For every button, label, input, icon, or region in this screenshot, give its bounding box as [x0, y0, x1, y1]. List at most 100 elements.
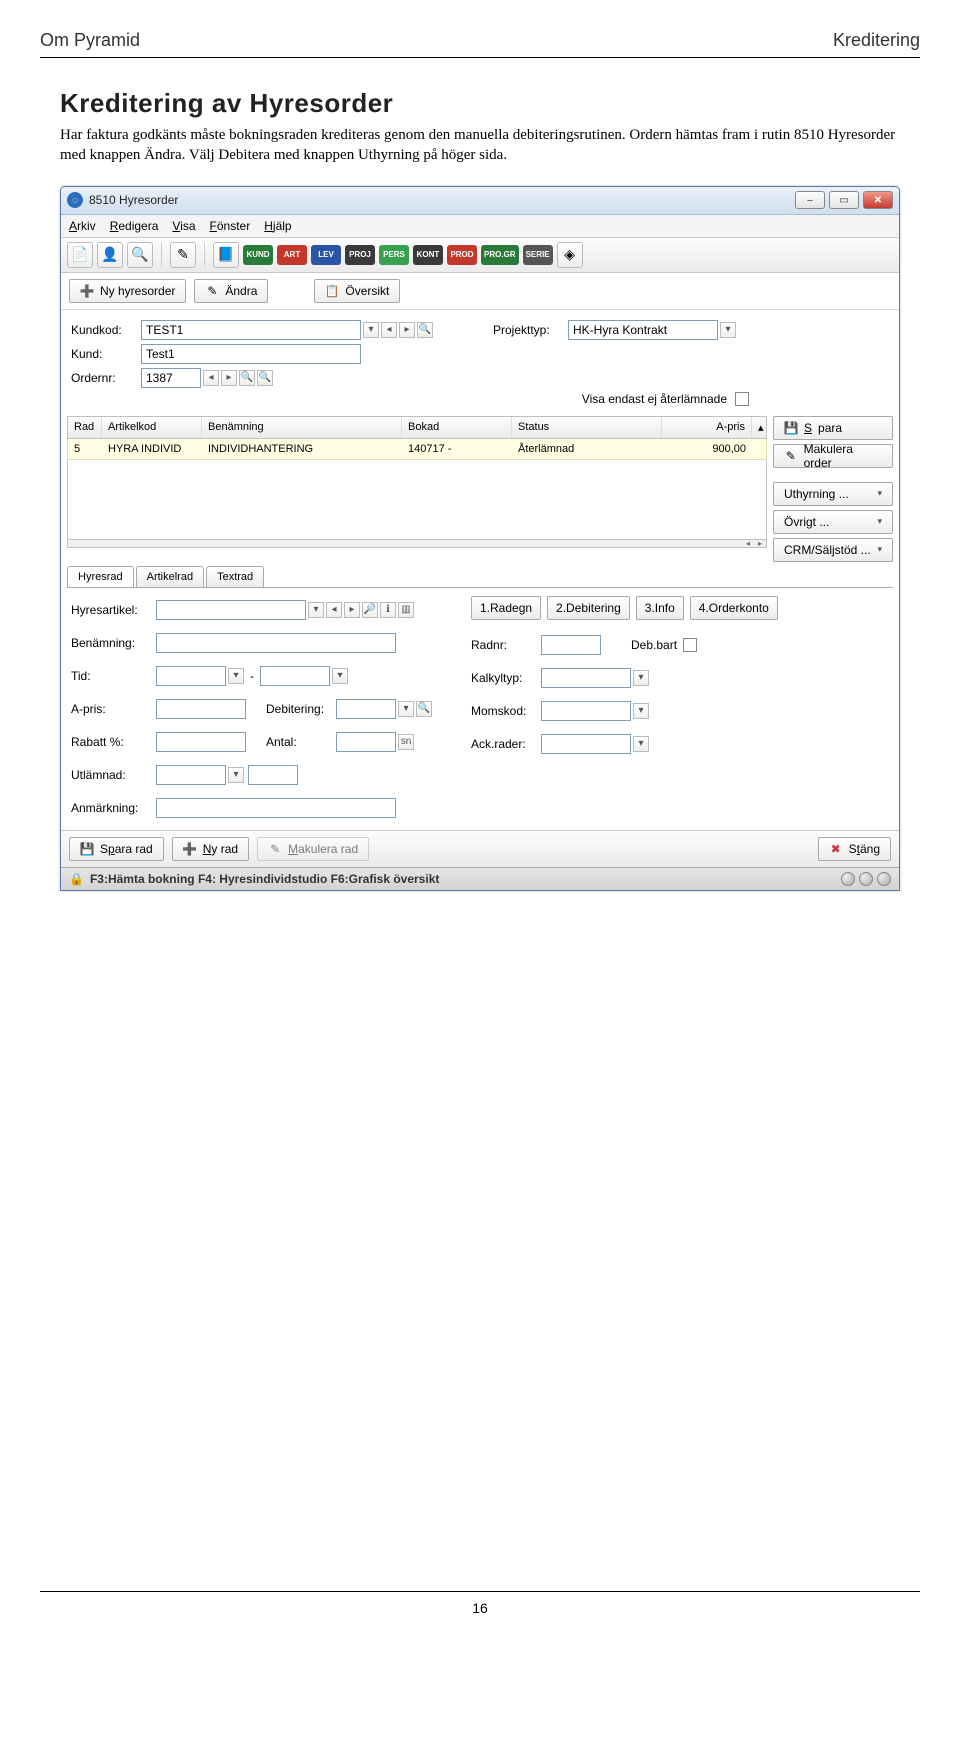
radnr-input[interactable]: [541, 635, 601, 655]
pill-serie[interactable]: SERIE: [523, 245, 553, 265]
menu-arkiv[interactable]: Arkiv: [69, 219, 96, 233]
pill-kund[interactable]: KUND: [243, 245, 273, 265]
benamning-label: Benämning:: [71, 636, 156, 650]
crm-button[interactable]: CRM/Säljstöd ...▾: [773, 538, 893, 562]
toolbar-help-icon[interactable]: ◈: [557, 242, 583, 268]
toolbar-edit-icon[interactable]: ✎: [170, 242, 196, 268]
search-icon[interactable]: 🔍: [416, 701, 432, 717]
close-button[interactable]: ✕: [863, 191, 893, 209]
toolbar-user-icon[interactable]: 👤: [97, 242, 123, 268]
search-icon[interactable]: 🔍: [239, 370, 255, 386]
makulera-rad-button: ✎Makulera rad: [257, 837, 369, 861]
tab-info[interactable]: 3.Info: [636, 596, 684, 620]
visa-checkbox[interactable]: [735, 392, 749, 406]
pill-pers[interactable]: PERS: [379, 245, 409, 265]
apris-label: A-pris:: [71, 702, 156, 716]
hyresartikel-input[interactable]: [156, 600, 306, 620]
ovrigt-button[interactable]: Övrigt ...▾: [773, 510, 893, 534]
side-buttons: 💾Spara ✎Makulera order Uthyrning ...▾ Öv…: [773, 416, 893, 562]
sheet-icon[interactable]: ▥: [398, 602, 414, 618]
dropdown-icon[interactable]: ▾: [308, 602, 324, 618]
cancel-icon: ✎: [784, 449, 798, 463]
pill-kont[interactable]: KONT: [413, 245, 443, 265]
utlamnad2-input[interactable]: [248, 765, 298, 785]
ny-rad-button[interactable]: ➕Ny rad: [172, 837, 249, 861]
maximize-button[interactable]: ▭: [829, 191, 859, 209]
edit-icon: ✎: [268, 842, 282, 856]
kundkod-label: Kundkod:: [71, 323, 141, 337]
rabatt-input[interactable]: [156, 732, 246, 752]
tab-textrad[interactable]: Textrad: [206, 566, 264, 587]
antal-input[interactable]: [336, 732, 396, 752]
menu-visa[interactable]: Visa: [172, 219, 195, 233]
hyresartikel-label: Hyresartikel:: [71, 603, 156, 617]
andra-button[interactable]: ✎Ändra: [194, 279, 268, 303]
hyresorder-window: ◌ 8510 Hyresorder – ▭ ✕ Arkiv Redigera V…: [60, 186, 900, 891]
search-icon[interactable]: 🔎: [362, 602, 378, 618]
oversikt-button[interactable]: 📋Översikt: [314, 279, 400, 303]
spara-button[interactable]: 💾Spara: [773, 416, 893, 440]
menu-fonster[interactable]: Fönster: [210, 219, 251, 233]
spara-rad-button[interactable]: 💾Spara rad: [69, 837, 164, 861]
dropdown-icon[interactable]: ▾: [363, 322, 379, 338]
menu-hjalp[interactable]: Hjälp: [264, 219, 291, 233]
ackrader-input[interactable]: [541, 734, 631, 754]
utlamnad-input[interactable]: [156, 765, 226, 785]
tab-orderkonto[interactable]: 4.Orderkonto: [690, 596, 778, 620]
pill-progr[interactable]: PRO.GR: [481, 245, 519, 265]
doc-paragraph: Har faktura godkänts måste bokningsraden…: [60, 125, 900, 166]
projekttyp-input[interactable]: [568, 320, 718, 340]
tid-from-input[interactable]: [156, 666, 226, 686]
momskod-input[interactable]: [541, 701, 631, 721]
app-icon: ◌: [67, 192, 83, 208]
debbart-checkbox[interactable]: [683, 638, 697, 652]
search2-icon[interactable]: 🔍: [257, 370, 273, 386]
titlebar[interactable]: ◌ 8510 Hyresorder – ▭ ✕: [61, 187, 899, 215]
prev-icon[interactable]: ◂: [381, 322, 397, 338]
kundkod-input[interactable]: [141, 320, 361, 340]
antal-label: Antal:: [266, 735, 336, 749]
dropdown-icon[interactable]: ▾: [720, 322, 736, 338]
tab-debitering[interactable]: 2.Debitering: [547, 596, 630, 620]
toolbar-search-icon[interactable]: 🔍: [127, 242, 153, 268]
ordernr-input[interactable]: [141, 368, 201, 388]
number-icon[interactable]: sn: [398, 734, 414, 750]
makulera-order-button[interactable]: ✎Makulera order: [773, 444, 893, 468]
momskod-label: Momskod:: [471, 704, 541, 718]
pill-prod[interactable]: PROD: [447, 245, 477, 265]
kalkyltyp-input[interactable]: [541, 668, 631, 688]
uthyrning-button[interactable]: Uthyrning ...▾: [773, 482, 893, 506]
order-rows-grid: Rad Artikelkod Benämning Bokad Status A-…: [67, 416, 767, 562]
ny-hyresorder-button[interactable]: ➕Ny hyresorder: [69, 279, 186, 303]
tab-radegn[interactable]: 1.Radegn: [471, 596, 541, 620]
anmarkning-input[interactable]: [156, 798, 396, 818]
benamning-input[interactable]: [156, 633, 396, 653]
status-dot[interactable]: [841, 872, 855, 886]
debitering-input[interactable]: [336, 699, 396, 719]
grid-row[interactable]: 5 HYRA INDIVID INDIVIDHANTERING 140717 -…: [67, 439, 767, 460]
tab-artikelrad[interactable]: Artikelrad: [136, 566, 204, 587]
tid-to-input[interactable]: [260, 666, 330, 686]
menu-redigera[interactable]: Redigera: [110, 219, 159, 233]
header-right: Kreditering: [833, 30, 920, 51]
next-icon[interactable]: ▸: [399, 322, 415, 338]
search-icon[interactable]: 🔍: [417, 322, 433, 338]
pill-proj[interactable]: PROJ: [345, 245, 375, 265]
info-icon[interactable]: ℹ: [380, 602, 396, 618]
prev-icon[interactable]: ◂: [203, 370, 219, 386]
menubar: Arkiv Redigera Visa Fönster Hjälp: [61, 215, 899, 238]
stang-button[interactable]: ✖Stäng: [818, 837, 891, 861]
scroll-up-icon[interactable]: ▴: [752, 417, 766, 438]
status-dot[interactable]: [859, 872, 873, 886]
status-dot[interactable]: [877, 872, 891, 886]
grid-scrollbar[interactable]: ◂▸: [67, 540, 767, 548]
pill-art[interactable]: ART: [277, 245, 307, 265]
tab-hyresrad[interactable]: Hyresrad: [67, 566, 134, 587]
pill-lev[interactable]: LEV: [311, 245, 341, 265]
toolbar-new-icon[interactable]: 📄: [67, 242, 93, 268]
minimize-button[interactable]: –: [795, 191, 825, 209]
kund-input[interactable]: [141, 344, 361, 364]
next-icon[interactable]: ▸: [221, 370, 237, 386]
apris-input[interactable]: [156, 699, 246, 719]
toolbar-book-icon[interactable]: 📘: [213, 242, 239, 268]
